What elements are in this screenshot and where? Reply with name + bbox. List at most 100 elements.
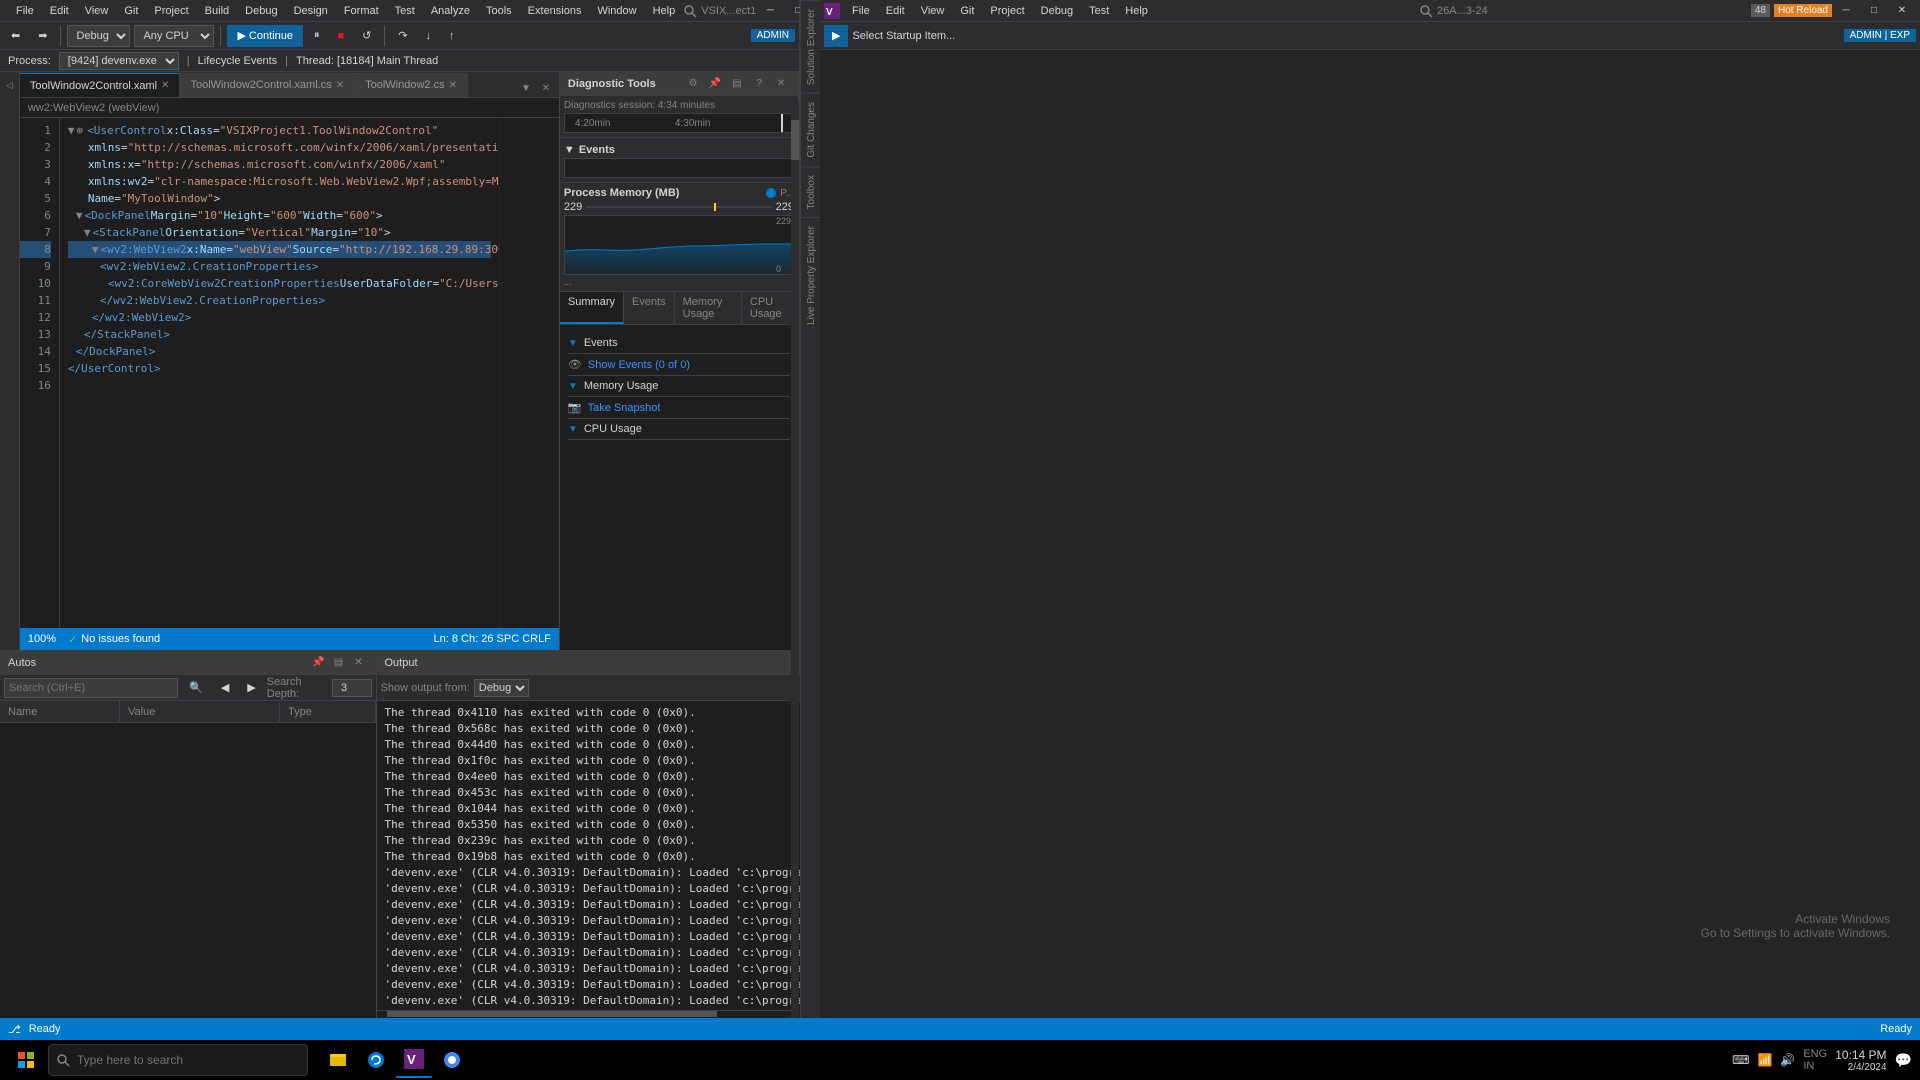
right-maximize-button[interactable]: □ bbox=[1860, 0, 1888, 22]
tabs-more-icon[interactable]: ▼ bbox=[517, 79, 535, 97]
events-header[interactable]: ▼ Events bbox=[564, 142, 794, 158]
show-events-link[interactable]: Show Events (0 of 0) bbox=[588, 359, 690, 371]
taskbar-app-edge[interactable] bbox=[358, 1042, 394, 1078]
tabs-close-icon[interactable]: ✕ bbox=[537, 79, 555, 97]
taskbar: V ⌨ 📶 🔊 ENGIN 10:14 PM 2/4/2024 💬 bbox=[0, 1040, 1920, 1080]
menu-format[interactable]: Format bbox=[336, 3, 387, 19]
tab-xaml-cs[interactable]: ToolWindow2Control.xaml.cs ✕ bbox=[180, 73, 355, 97]
stop-button[interactable]: ■ bbox=[330, 25, 351, 47]
diag-help-icon[interactable]: ? bbox=[750, 75, 768, 93]
right-menu-git[interactable]: Git bbox=[952, 3, 982, 19]
taskbar-app-files[interactable] bbox=[320, 1042, 356, 1078]
autos-back-button[interactable]: ◀ bbox=[214, 677, 236, 699]
output-source-select[interactable]: Debug bbox=[474, 679, 529, 697]
menu-build[interactable]: Build bbox=[197, 3, 237, 19]
menu-analyze[interactable]: Analyze bbox=[423, 3, 478, 19]
breadcrumb: ww2:WebView2 (webView) bbox=[20, 98, 559, 118]
diag-close-icon[interactable]: ✕ bbox=[772, 75, 790, 93]
right-menu-debug[interactable]: Debug bbox=[1033, 3, 1081, 19]
output-hscroll-thumb[interactable] bbox=[387, 1011, 718, 1017]
autos-expand-icon[interactable]: ▤ bbox=[330, 654, 348, 672]
timeline-label-start: 4:20min bbox=[575, 118, 611, 129]
minimize-button[interactable]: ─ bbox=[756, 0, 784, 22]
status-ready: Ready bbox=[29, 1023, 61, 1035]
taskbar-app-chrome[interactable] bbox=[434, 1042, 470, 1078]
speaker-icon[interactable]: 🔊 bbox=[1780, 1053, 1795, 1067]
tab-cs[interactable]: ToolWindow2.cs ✕ bbox=[355, 73, 468, 97]
vtab-live-property[interactable]: Live Property Explorer bbox=[801, 217, 820, 333]
show-events-item[interactable]: 👁 Show Events (0 of 0) bbox=[568, 354, 790, 376]
menu-git[interactable]: Git bbox=[116, 3, 146, 19]
search-depth-input[interactable] bbox=[332, 679, 372, 697]
diag-tab-summary[interactable]: Summary bbox=[560, 292, 624, 324]
diag-tab-cpu[interactable]: CPU Usage bbox=[742, 292, 798, 324]
diag-filter-icon[interactable]: ▤ bbox=[728, 75, 746, 93]
menu-window[interactable]: Window bbox=[589, 3, 644, 19]
menu-test[interactable]: Test bbox=[387, 3, 423, 19]
step-over-button[interactable]: ↷ bbox=[391, 25, 414, 47]
tab-cs-close[interactable]: ✕ bbox=[449, 80, 457, 91]
timeline-bar[interactable]: 4:20min 4:30min bbox=[564, 113, 794, 133]
sidebar-expand-icon[interactable]: ◁ bbox=[0, 76, 18, 94]
step-into-button[interactable]: ↓ bbox=[419, 25, 439, 47]
taskbar-search-container[interactable] bbox=[48, 1044, 308, 1076]
autos-search-button[interactable]: 🔍 bbox=[182, 677, 210, 699]
menu-view[interactable]: View bbox=[77, 3, 117, 19]
editor-panel: ToolWindow2Control.xaml ✕ ToolWindow2Con… bbox=[20, 72, 560, 650]
taskbar-search-input[interactable] bbox=[48, 1044, 308, 1076]
menu-edit[interactable]: Edit bbox=[42, 3, 77, 19]
menu-project[interactable]: Project bbox=[146, 3, 196, 19]
vtab-solution-explorer[interactable]: Solution Explorer bbox=[801, 0, 820, 93]
forward-button[interactable]: ➡ bbox=[31, 25, 54, 47]
platform-dropdown[interactable]: Any CPU bbox=[134, 25, 214, 47]
diag-pin-icon[interactable]: 📌 bbox=[706, 75, 724, 93]
right-menu-view[interactable]: View bbox=[913, 3, 953, 19]
notification-icon[interactable]: 💬 bbox=[1895, 1052, 1912, 1069]
code-content[interactable]: ▼⊕<UserControl x:Class="VSIXProject1.Too… bbox=[60, 118, 499, 628]
code-editor[interactable]: 1234 5678 9101112 13141516 ▼⊕<UserContro… bbox=[20, 118, 559, 628]
menu-design[interactable]: Design bbox=[286, 3, 336, 19]
right-minimize-button[interactable]: ─ bbox=[1832, 0, 1860, 22]
system-clock[interactable]: 10:14 PM 2/4/2024 bbox=[1835, 1048, 1886, 1073]
taskbar-app-vs[interactable]: V bbox=[396, 1042, 432, 1078]
autos-search-input[interactable] bbox=[4, 678, 178, 698]
back-button[interactable]: ⬅ bbox=[4, 25, 27, 47]
diag-settings-icon[interactable]: ⚙ bbox=[684, 75, 702, 93]
autos-close-icon[interactable]: ✕ bbox=[350, 654, 368, 672]
start-button[interactable] bbox=[8, 1042, 44, 1078]
menu-tools[interactable]: Tools bbox=[478, 3, 520, 19]
autos-pin-icon[interactable]: 📌 bbox=[310, 654, 328, 672]
menu-extensions[interactable]: Extensions bbox=[520, 3, 590, 19]
network-icon[interactable]: 📶 bbox=[1757, 1053, 1772, 1067]
tab-xaml-close[interactable]: ✕ bbox=[161, 80, 169, 91]
autos-forward-button[interactable]: ▶ bbox=[240, 677, 262, 699]
process-select[interactable]: [9424] devenv.exe bbox=[59, 52, 179, 70]
menu-file[interactable]: File bbox=[8, 3, 42, 19]
diag-scrollbar-thumb[interactable] bbox=[791, 120, 799, 160]
config-dropdown[interactable]: Debug bbox=[67, 25, 130, 47]
clock-date: 2/4/2024 bbox=[1835, 1062, 1886, 1073]
take-snapshot-link[interactable]: Take Snapshot bbox=[588, 402, 661, 414]
right-menu-help[interactable]: Help bbox=[1117, 3, 1156, 19]
memory-chart-area[interactable]: 229 0 bbox=[564, 215, 794, 275]
tab-xaml[interactable]: ToolWindow2Control.xaml ✕ bbox=[20, 73, 181, 97]
right-menu-project[interactable]: Project bbox=[982, 3, 1032, 19]
right-menu-edit[interactable]: Edit bbox=[878, 3, 913, 19]
menu-debug[interactable]: Debug bbox=[237, 3, 285, 19]
pause-button[interactable]: ⏸ bbox=[307, 25, 327, 47]
menu-help[interactable]: Help bbox=[645, 3, 684, 19]
take-snapshot-item[interactable]: 📷 Take Snapshot bbox=[568, 397, 790, 419]
right-close-button[interactable]: ✕ bbox=[1888, 0, 1916, 22]
continue-button[interactable]: ▶ Continue bbox=[227, 25, 303, 47]
right-menu-file[interactable]: File bbox=[844, 3, 878, 19]
diag-scrollbar[interactable] bbox=[791, 100, 799, 650]
vtab-toolbox[interactable]: Toolbox bbox=[801, 166, 820, 217]
step-out-button[interactable]: ↑ bbox=[442, 25, 462, 47]
right-run-button[interactable]: ▶ bbox=[824, 25, 848, 47]
diag-tab-events[interactable]: Events bbox=[624, 292, 675, 324]
restart-button[interactable]: ↺ bbox=[355, 25, 378, 47]
tab-xaml-cs-close[interactable]: ✕ bbox=[336, 80, 344, 91]
right-menu-test[interactable]: Test bbox=[1081, 3, 1117, 19]
diag-tab-memory[interactable]: Memory Usage bbox=[675, 292, 742, 324]
vtab-git-changes[interactable]: Git Changes bbox=[801, 93, 820, 166]
